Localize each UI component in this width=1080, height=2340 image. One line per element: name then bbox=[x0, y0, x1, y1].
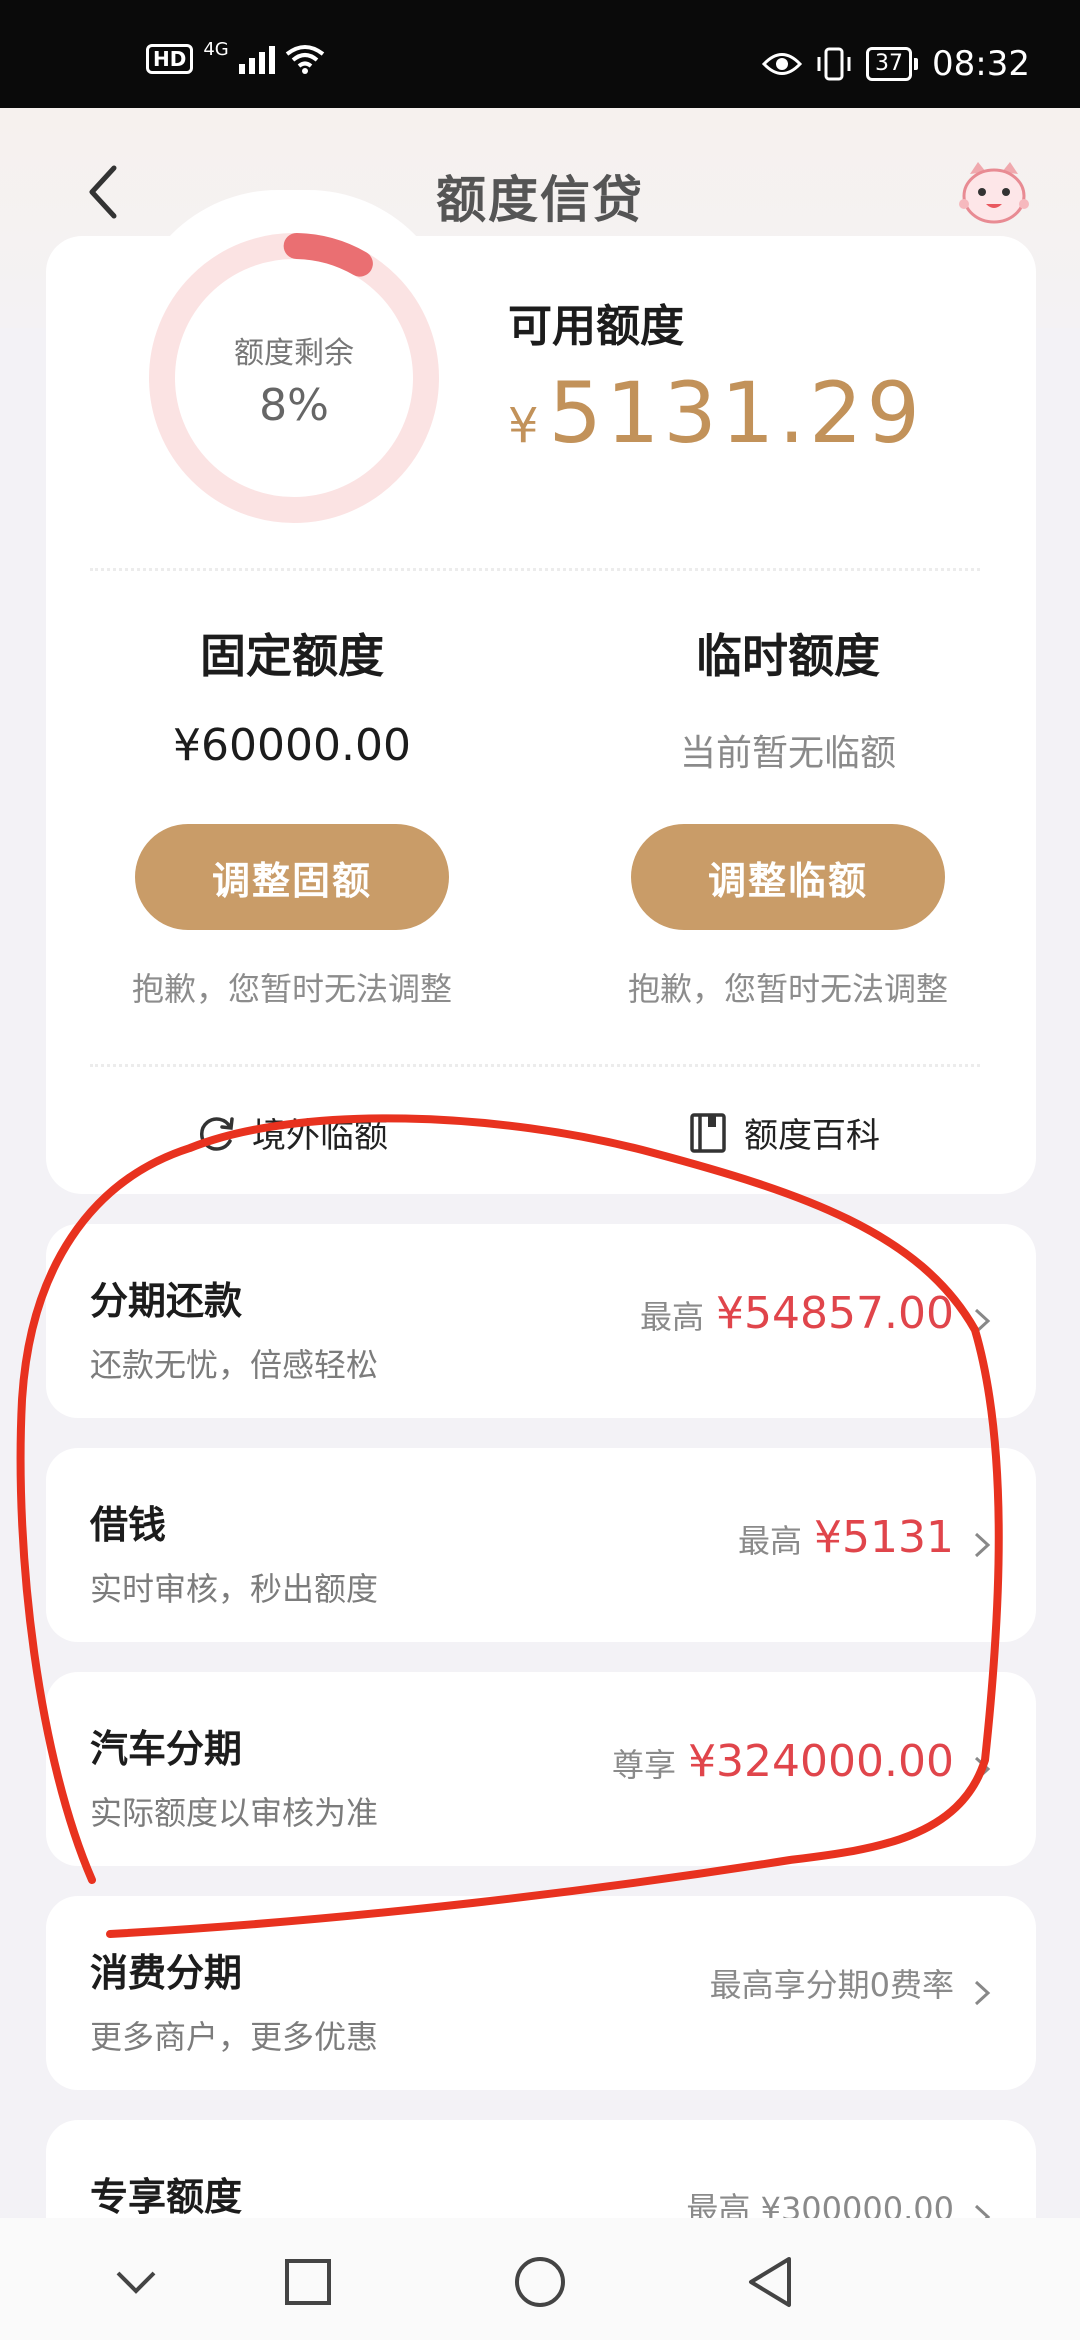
page-title: 额度信贷 bbox=[436, 171, 644, 229]
chevron-down-icon bbox=[116, 2271, 156, 2294]
product-amount: ¥54857.00 bbox=[716, 1288, 954, 1339]
ring-progress-arc bbox=[283, 233, 373, 277]
vibrate-icon bbox=[817, 47, 851, 81]
adjust-temporary-button[interactable]: 调整临额 bbox=[631, 824, 945, 930]
available-credit-amount: ¥ 5131.29 bbox=[508, 364, 924, 462]
book-icon bbox=[690, 1112, 726, 1153]
product-prefix: 最高享分期0费率 bbox=[709, 1966, 954, 2004]
currency-symbol: ¥ bbox=[508, 398, 539, 454]
overseas-temp-credit-link[interactable]: 境外临额 bbox=[194, 1108, 388, 1157]
signal-icon bbox=[238, 44, 275, 74]
ring-percent: 8% bbox=[259, 380, 329, 431]
divider bbox=[90, 568, 980, 571]
product-subtitle: 实时审核，秒出额度 bbox=[90, 1570, 379, 1608]
remaining-ring-chart bbox=[149, 233, 439, 523]
chevron-right-icon bbox=[974, 1308, 991, 1334]
chevron-right-icon bbox=[974, 1756, 991, 1782]
product-title: 分期还款 bbox=[90, 1279, 243, 1323]
product-card-installment-repay[interactable]: 分期还款 还款无忧，倍感轻松 最高 ¥54857.00 bbox=[46, 1224, 1036, 1418]
recent-apps-icon bbox=[285, 2259, 331, 2305]
home-icon bbox=[515, 2257, 565, 2307]
status-bar: HD 4G 37 08:32 bbox=[0, 0, 1080, 108]
credit-wiki-link[interactable]: 额度百科 bbox=[686, 1108, 880, 1157]
product-card-borrow[interactable]: 借钱 实时审核，秒出额度 最高 ¥5131 bbox=[46, 1448, 1036, 1642]
product-card-consumer-installment[interactable]: 消费分期 更多商户，更多优惠 最高享分期0费率 bbox=[46, 1896, 1036, 2090]
home-button[interactable] bbox=[500, 2242, 580, 2322]
product-prefix: 尊享 bbox=[612, 1746, 677, 1784]
available-credit-label: 可用额度 bbox=[508, 301, 684, 352]
product-title: 借钱 bbox=[90, 1503, 167, 1547]
collapse-button[interactable] bbox=[96, 2242, 176, 2322]
fixed-adjust-note: 抱歉，您暂时无法调整 bbox=[131, 970, 452, 1008]
product-prefix: 最高 bbox=[640, 1298, 705, 1336]
fixed-credit-value: ¥60000.00 bbox=[173, 720, 411, 771]
ring-label: 额度剩余 bbox=[234, 336, 354, 371]
product-amount: ¥324000.00 bbox=[688, 1736, 954, 1787]
temporary-credit-value: 当前暂无临额 bbox=[679, 733, 896, 774]
overseas-temp-credit-label: 境外临额 bbox=[252, 1116, 388, 1156]
adjust-fixed-button[interactable]: 调整固额 bbox=[135, 824, 449, 930]
product-title: 汽车分期 bbox=[90, 1727, 243, 1771]
temporary-credit-title: 临时额度 bbox=[696, 629, 880, 683]
system-nav-bar bbox=[0, 2218, 1080, 2340]
fixed-credit-title: 固定额度 bbox=[200, 629, 384, 683]
product-prefix: 最高 bbox=[738, 1522, 803, 1560]
chevron-right-icon bbox=[974, 1980, 991, 2006]
recent-apps-button[interactable] bbox=[268, 2242, 348, 2322]
clock: 08:32 bbox=[932, 44, 1030, 84]
product-subtitle: 还款无忧，倍感轻松 bbox=[90, 1346, 379, 1384]
product-card-car-installment[interactable]: 汽车分期 实际额度以审核为准 尊享 ¥324000.00 bbox=[46, 1672, 1036, 1866]
battery-level: 37 bbox=[866, 47, 913, 81]
product-subtitle: 实际额度以审核为准 bbox=[90, 1794, 379, 1832]
back-button[interactable] bbox=[730, 2242, 810, 2322]
mascot-avatar-icon[interactable] bbox=[958, 160, 1030, 226]
product-subtitle: 更多商户，更多优惠 bbox=[90, 2018, 379, 2056]
hd-badge: HD bbox=[146, 44, 194, 74]
battery-icon: 37 bbox=[866, 47, 919, 81]
credit-wiki-label: 额度百科 bbox=[744, 1116, 880, 1156]
available-credit-value: 5131.29 bbox=[548, 364, 924, 462]
wifi-icon bbox=[285, 45, 324, 74]
network-type: 4G bbox=[203, 38, 229, 60]
back-triangle-icon bbox=[749, 2257, 791, 2307]
product-title: 消费分期 bbox=[90, 1951, 243, 1995]
refresh-icon bbox=[200, 1116, 234, 1151]
chevron-right-icon bbox=[974, 1532, 991, 1558]
eye-comfort-icon bbox=[762, 53, 803, 75]
product-amount: ¥5131 bbox=[814, 1512, 954, 1563]
divider bbox=[90, 1064, 980, 1067]
product-title: 专享额度 bbox=[90, 2175, 243, 2219]
temporary-adjust-note: 抱歉，您暂时无法调整 bbox=[627, 970, 948, 1008]
